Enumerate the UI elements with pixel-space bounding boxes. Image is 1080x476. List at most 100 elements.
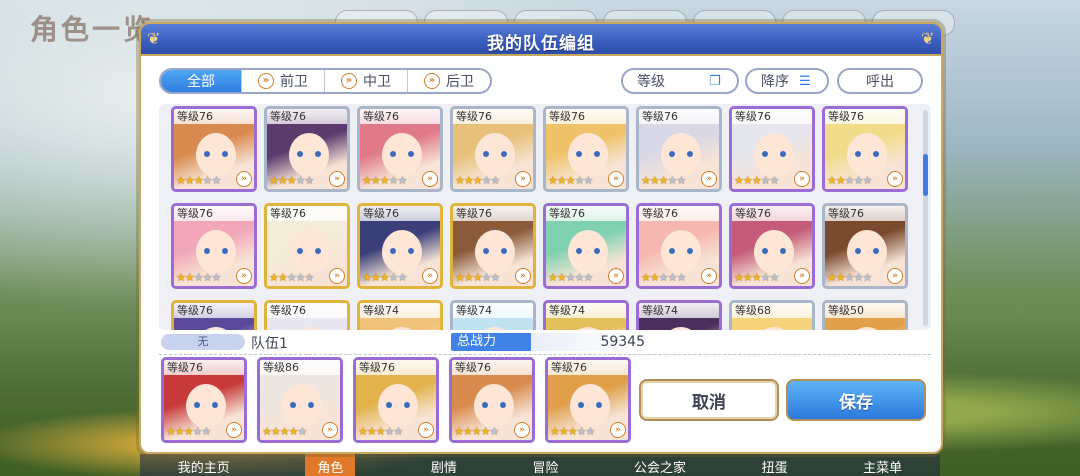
chevron-icon: » xyxy=(258,73,274,89)
level-label: 等级76 xyxy=(174,303,254,318)
star-rating: ★★★★★ xyxy=(176,174,221,187)
character-card[interactable]: 等级74★★★★★» xyxy=(543,300,629,330)
role-chevron-icon: » xyxy=(515,171,531,187)
level-label: 等级76 xyxy=(452,360,532,375)
star-rating: ★★★★★ xyxy=(176,271,221,284)
character-card[interactable]: 等级50★★★★★» xyxy=(822,300,908,330)
level-label: 等级74 xyxy=(639,303,719,318)
team-member-card[interactable]: 等级86 ★★★★★ » xyxy=(257,357,343,443)
star-rating: ★★★★★ xyxy=(734,174,779,187)
power-value: 59345 xyxy=(600,334,645,350)
team-badge: 无 xyxy=(161,334,245,350)
filter-mid[interactable]: » 中卫 xyxy=(325,70,408,92)
character-card[interactable]: 等级76★★★★★» xyxy=(543,106,629,192)
filter-all[interactable]: 全部 xyxy=(161,70,242,92)
star-rating: ★★★★★ xyxy=(269,271,314,284)
character-card[interactable]: 等级68★★★★★» xyxy=(729,300,815,330)
character-card[interactable]: 等级76★★★★★» xyxy=(729,106,815,192)
nav-home: 我的主页 xyxy=(177,461,230,476)
character-card[interactable]: 等级76★★★★★» xyxy=(543,203,629,289)
role-chevron-icon: » xyxy=(887,268,903,284)
character-card[interactable]: 等级74★★★★★» xyxy=(636,300,722,330)
character-card[interactable]: 等级76★★★★★» xyxy=(171,203,257,289)
filter-front[interactable]: » 前卫 xyxy=(242,70,325,92)
level-label: 等级76 xyxy=(360,109,440,124)
character-card[interactable]: 等级76★★★★★» xyxy=(357,203,443,289)
character-card[interactable]: 等级76★★★★★» xyxy=(450,203,536,289)
nav-story: 剧情 xyxy=(430,461,457,476)
star-rating: ★★★★★ xyxy=(827,271,872,284)
team-members: 等级76 ★★★★★ » 等级86 ★★★★★ » 等级76 ★★★★★ » 等级76 ★★★★★ »… xyxy=(159,357,639,445)
filter-back[interactable]: » 后卫 xyxy=(408,70,490,92)
star-rating: ★★★★★ xyxy=(548,271,593,284)
level-label: 等级74 xyxy=(360,303,440,318)
character-card[interactable]: 等级74★★★★★» xyxy=(450,300,536,330)
team-member-card[interactable]: 等级76 ★★★★★ » xyxy=(449,357,535,443)
star-rating: ★★★★★ xyxy=(362,174,407,187)
team-member-card[interactable]: 等级76 ★★★★★ » xyxy=(353,357,439,443)
level-label: 等级74 xyxy=(546,303,626,318)
role-chevron-icon: » xyxy=(418,422,434,438)
scroll-thumb[interactable] xyxy=(923,154,928,196)
cancel-button[interactable]: 取消 xyxy=(639,379,779,421)
background-title: 角色一览 xyxy=(30,13,155,46)
character-card[interactable]: 等级76★★★★★» xyxy=(636,203,722,289)
level-label: 等级76 xyxy=(267,303,347,318)
level-label: 等级76 xyxy=(360,206,440,221)
role-chevron-icon: » xyxy=(701,268,717,284)
star-rating: ★★★★★ xyxy=(269,174,314,187)
character-card[interactable]: 等级76★★★★★» xyxy=(171,300,257,330)
role-filter-bar: 全部 » 前卫 » 中卫 » 后卫 xyxy=(159,68,492,94)
star-rating: ★★★★★ xyxy=(262,425,307,438)
star-rating: ★★★★★ xyxy=(548,174,593,187)
ornament-right-icon: ❦ xyxy=(921,29,935,48)
role-chevron-icon: » xyxy=(329,268,345,284)
modal-title: 我的队伍编组 xyxy=(487,34,595,54)
star-rating: ★★★★★ xyxy=(454,425,499,438)
call-label: 呼出 xyxy=(866,74,894,90)
level-label: 等级76 xyxy=(174,206,254,221)
level-label: 等级86 xyxy=(260,360,340,375)
character-card[interactable]: 等级76★★★★★» xyxy=(264,203,350,289)
chevron-icon: » xyxy=(424,73,440,89)
star-rating: ★★★★★ xyxy=(358,425,403,438)
team-name: 队伍1 xyxy=(251,336,288,352)
character-card[interactable]: 等级76★★★★★» xyxy=(264,106,350,192)
level-label: 等级76 xyxy=(639,109,719,124)
character-card[interactable]: 等级76★★★★★» xyxy=(822,203,908,289)
role-chevron-icon: » xyxy=(226,422,242,438)
role-chevron-icon: » xyxy=(887,171,903,187)
character-card[interactable]: 等级76★★★★★» xyxy=(357,106,443,192)
star-rating: ★★★★★ xyxy=(641,271,686,284)
team-info-row: 无 队伍1 总战力 59345 xyxy=(159,332,931,354)
character-card[interactable]: 等级76★★★★★» xyxy=(450,106,536,192)
save-button[interactable]: 保存 xyxy=(786,379,926,421)
character-card[interactable]: 等级74★★★★★» xyxy=(357,300,443,330)
sort-order-button[interactable]: 降序 ☰ xyxy=(745,68,829,94)
sort-level-button[interactable]: 等级 ❐ xyxy=(621,68,739,94)
level-label: 等级74 xyxy=(453,303,533,318)
star-rating: ★★★★★ xyxy=(166,425,211,438)
role-chevron-icon: » xyxy=(794,268,810,284)
character-card[interactable]: 等级76★★★★★» xyxy=(822,106,908,192)
role-chevron-icon: » xyxy=(515,268,531,284)
call-button[interactable]: 呼出 xyxy=(837,68,923,94)
character-card[interactable]: 等级76★★★★★» xyxy=(729,203,815,289)
role-chevron-icon: » xyxy=(608,268,624,284)
character-card[interactable]: 等级76★★★★★» xyxy=(636,106,722,192)
level-label: 等级50 xyxy=(825,303,905,318)
team-member-card[interactable]: 等级76 ★★★★★ » xyxy=(545,357,631,443)
chevron-icon: » xyxy=(341,73,357,89)
modal-header: ❦ 我的队伍编组 ❦ xyxy=(141,24,941,56)
role-chevron-icon: » xyxy=(322,422,338,438)
level-label: 等级76 xyxy=(732,206,812,221)
character-card[interactable]: 等级76★★★★★» xyxy=(171,106,257,192)
star-rating: ★★★★★ xyxy=(550,425,595,438)
team-member-card[interactable]: 等级76 ★★★★★ » xyxy=(161,357,247,443)
nav-menu: 主菜单 xyxy=(863,461,903,476)
level-label: 等级76 xyxy=(174,109,254,124)
role-chevron-icon: » xyxy=(608,171,624,187)
character-card[interactable]: 等级76★★★★★» xyxy=(264,300,350,330)
character-grid: 等级76 ★★★★★ » 等级76 ★★★★★ » 等级76 ★★★★★ » 等级76 ★★★★★ »… xyxy=(159,104,931,330)
grid-scrollbar[interactable] xyxy=(923,110,928,326)
